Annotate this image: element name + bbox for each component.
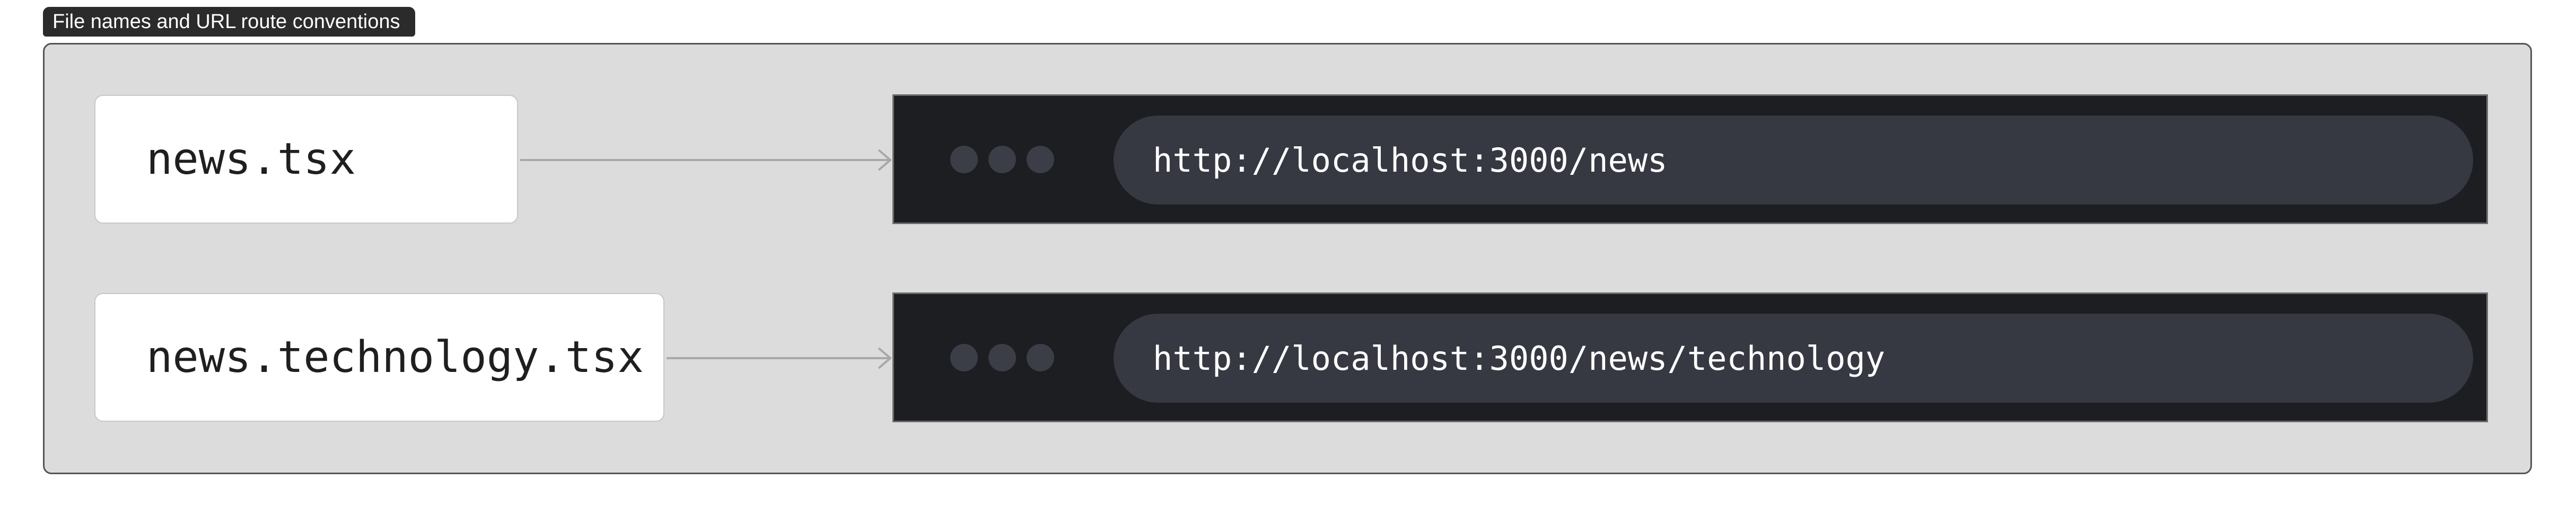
- arrow-right-icon: [667, 347, 892, 369]
- file-name-label: news.tsx: [146, 134, 356, 184]
- browser-window: http://localhost:3000/news/technology: [892, 292, 2488, 422]
- window-dot-icon: [1027, 146, 1054, 173]
- browser-window: http://localhost:3000/news: [892, 94, 2488, 224]
- window-dot-icon: [1027, 344, 1054, 371]
- window-dot-icon: [950, 146, 978, 173]
- file-name-label: news.technology.tsx: [146, 332, 644, 383]
- url-text: http://localhost:3000/news: [1153, 140, 1668, 180]
- url-text: http://localhost:3000/news/technology: [1153, 339, 1886, 378]
- window-dot-icon: [988, 146, 1016, 173]
- address-bar[interactable]: http://localhost:3000/news/technology: [1114, 314, 2473, 403]
- diagram-title: File names and URL route conventions: [43, 7, 415, 37]
- file-name-box: news.technology.tsx: [94, 293, 664, 422]
- diagram-page: File names and URL route conventions new…: [0, 0, 2576, 515]
- window-dot-icon: [988, 344, 1016, 371]
- address-bar[interactable]: http://localhost:3000/news: [1114, 116, 2473, 205]
- arrow-right-icon: [520, 149, 892, 171]
- window-dot-icon: [950, 344, 978, 371]
- file-name-box: news.tsx: [94, 95, 518, 224]
